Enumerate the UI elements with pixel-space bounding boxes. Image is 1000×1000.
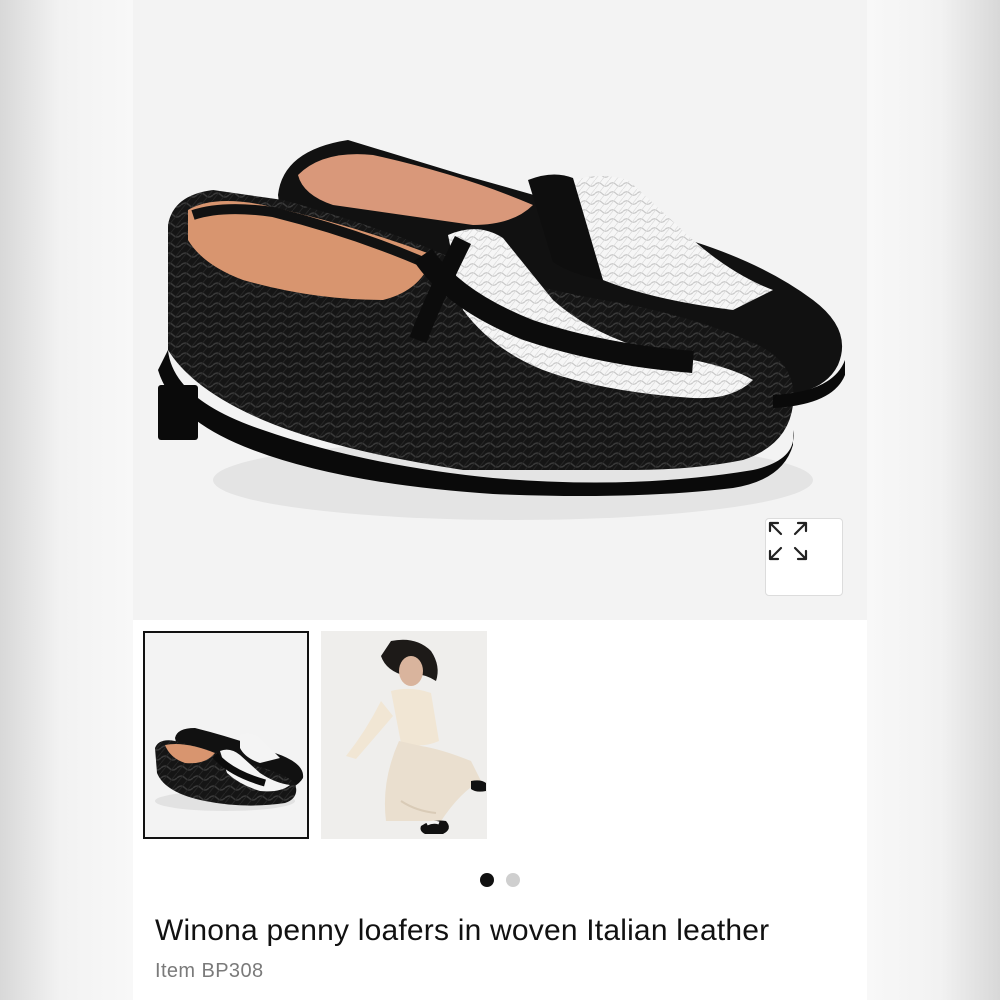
thumbnail-model[interactable]	[321, 631, 487, 839]
thumbnail-model-image	[321, 631, 487, 839]
gallery-pagination	[133, 873, 867, 887]
product-card: Winona penny loafers in woven Italian le…	[133, 0, 867, 1000]
thumbnail-loafers[interactable]	[143, 631, 309, 839]
thumbnail-loafers-image	[155, 728, 304, 811]
product-title: Winona penny loafers in woven Italian le…	[155, 914, 770, 947]
expand-arrows-icon	[768, 521, 808, 561]
expand-image-button[interactable]	[765, 518, 843, 596]
loafers-illustration	[158, 140, 845, 520]
pagination-dot-2[interactable]	[506, 873, 520, 887]
pagination-dot-1[interactable]	[480, 873, 494, 887]
main-product-image[interactable]	[133, 0, 867, 620]
item-code: Item BP308	[155, 960, 264, 982]
